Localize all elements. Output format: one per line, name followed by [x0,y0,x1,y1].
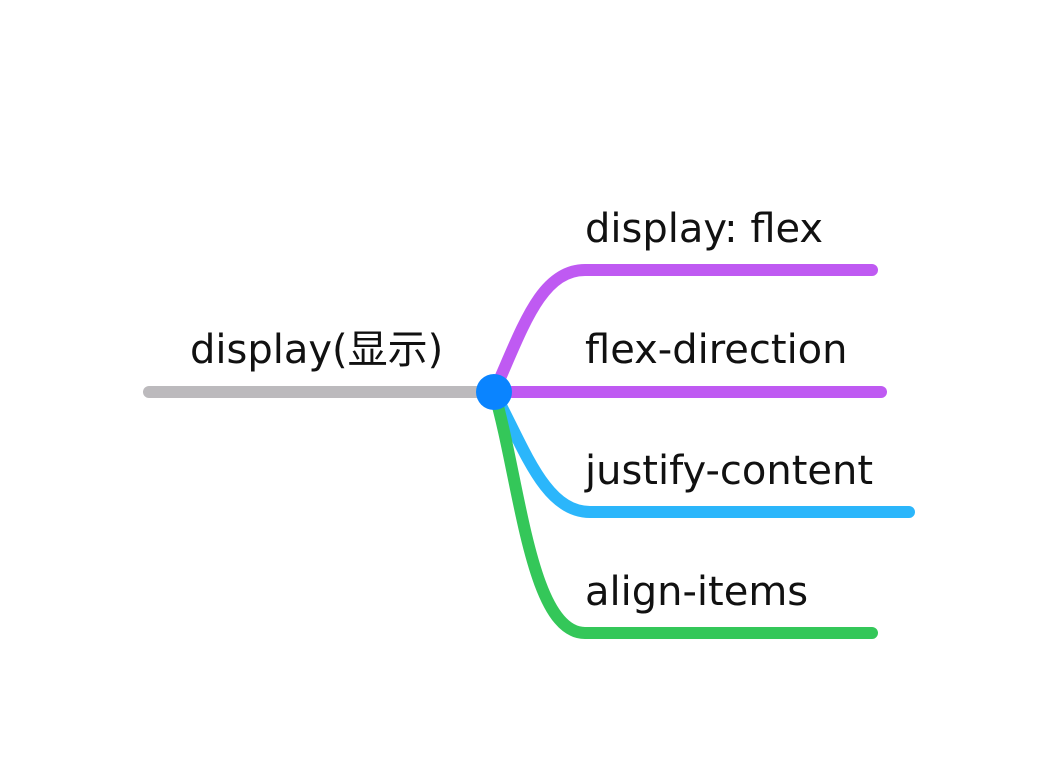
branch-label-align-items[interactable]: align-items [585,569,808,615]
mind-map-canvas: display(显示) display: flex flex-direction… [143,206,915,639]
root-joint-node[interactable] [476,374,512,410]
branch-label-justify-content[interactable]: justify-content [584,448,873,494]
branch-label-flex-direction[interactable]: flex-direction [585,327,848,373]
root-node-label[interactable]: display(显示) [190,327,443,373]
branch-label-display-flex[interactable]: display: flex [585,206,823,252]
